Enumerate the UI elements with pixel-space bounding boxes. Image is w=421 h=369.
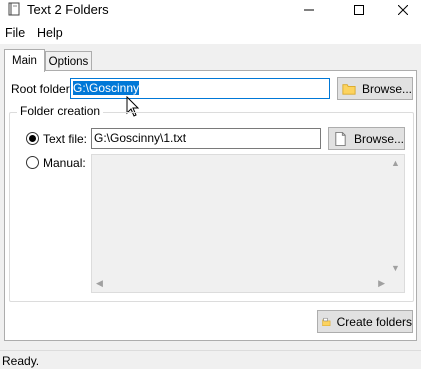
root-folder-value: G:\Goscinny [73, 81, 140, 95]
status-bar: Ready. [0, 350, 421, 369]
root-folder-label: Root folder: [11, 82, 74, 96]
tab-options-label: Options [48, 56, 89, 68]
root-folder-input[interactable]: G:\Goscinny [70, 78, 330, 99]
window-title: Text 2 Folders [27, 2, 109, 17]
scrollbar-corner [387, 275, 404, 292]
menu-help[interactable]: Help [37, 26, 63, 40]
root-folder-browse-button[interactable]: Browse... [337, 77, 413, 100]
text-file-browse-button[interactable]: Browse... [328, 127, 405, 150]
tab-main-label: Main [12, 55, 37, 67]
root-folder-browse-label: Browse... [361, 81, 412, 96]
tab-options[interactable]: Options [45, 51, 92, 72]
text-file-label[interactable]: Text file: [43, 132, 87, 146]
manual-label[interactable]: Manual: [43, 156, 86, 170]
scroll-up-icon[interactable]: ▲ [391, 159, 400, 168]
status-text: Ready. [2, 354, 40, 368]
create-folders-icon [322, 317, 331, 326]
folder-creation-title: Folder creation [17, 104, 104, 118]
vertical-scrollbar[interactable]: ▲ ▼ [387, 155, 404, 277]
manual-radio[interactable] [26, 156, 39, 169]
maximize-icon [354, 5, 364, 15]
create-folders-label: Create folders [336, 314, 412, 329]
scroll-left-icon[interactable]: ◀ [96, 279, 103, 288]
close-button[interactable] [385, 0, 421, 20]
text-file-input[interactable]: G:\Goscinny\1.txt [91, 128, 321, 149]
document-icon [335, 131, 346, 146]
maximize-button[interactable] [341, 0, 377, 20]
text-file-value: G:\Goscinny\1.txt [94, 131, 187, 145]
menu-bar: File Help [0, 22, 421, 44]
title-bar[interactable]: Text 2 Folders [0, 0, 421, 20]
menu-file[interactable]: File [5, 26, 25, 40]
horizontal-scrollbar[interactable]: ◀ ▶ [92, 275, 389, 292]
minimize-button[interactable] [291, 0, 327, 20]
text-file-radio[interactable] [26, 132, 39, 145]
minimize-icon [304, 9, 314, 11]
close-icon [398, 5, 408, 15]
create-folders-button[interactable]: Create folders [317, 310, 413, 333]
manual-textarea[interactable]: ▲ ▼ ◀ ▶ [91, 154, 405, 293]
text-file-browse-label: Browse... [353, 131, 404, 146]
app-icon [8, 2, 20, 16]
folder-icon [342, 83, 356, 95]
scroll-down-icon[interactable]: ▼ [391, 264, 400, 273]
scroll-right-icon[interactable]: ▶ [378, 279, 385, 288]
tab-main[interactable]: Main [4, 49, 45, 72]
